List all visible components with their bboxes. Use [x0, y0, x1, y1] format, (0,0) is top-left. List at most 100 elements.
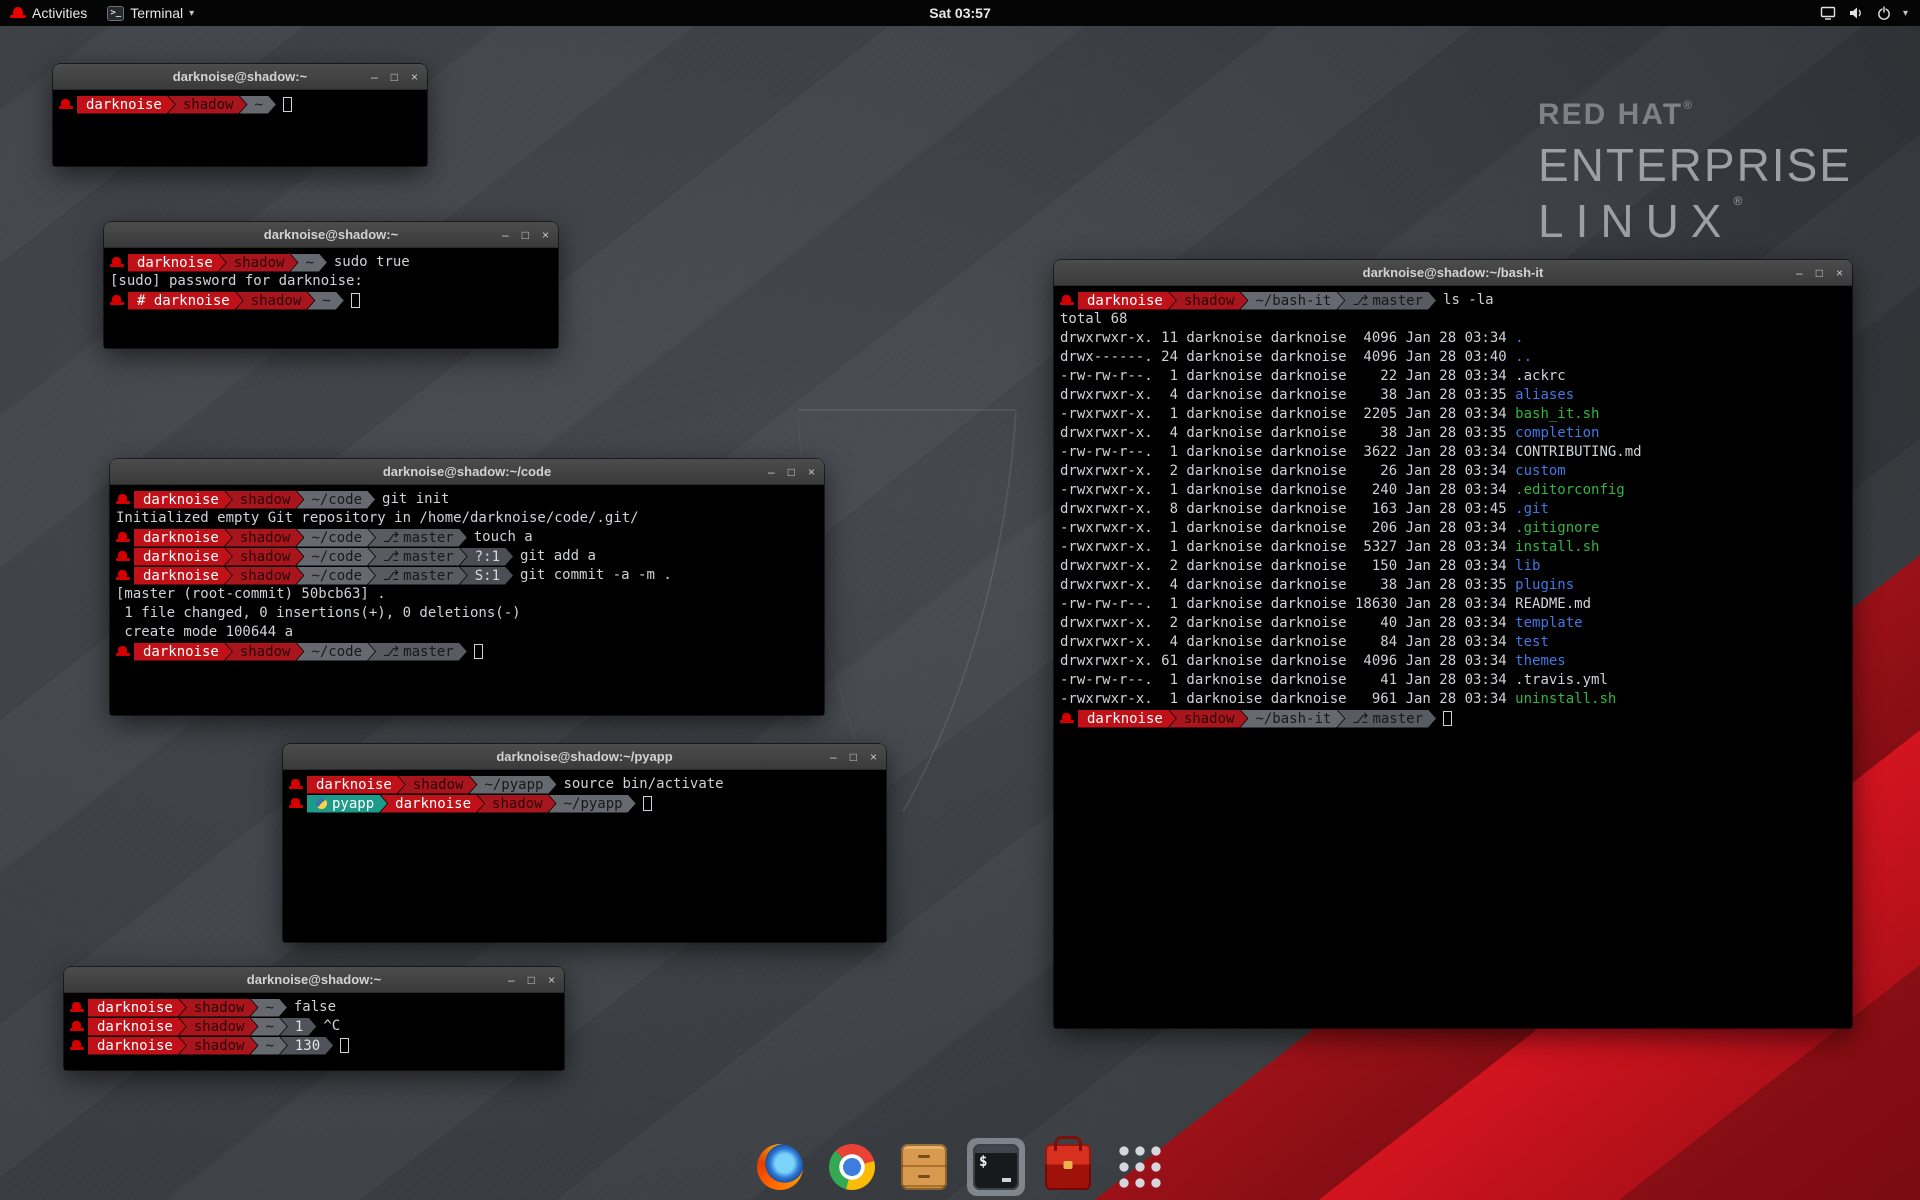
prompt-segment-count: S:1	[460, 567, 513, 585]
prompt-segment-exit: 130	[280, 1037, 333, 1055]
file-list-row: drwxrwxr-x. 4 darknoise darknoise 84 Jan…	[1060, 633, 1846, 652]
chevron-down-icon: ▾	[1903, 8, 1908, 19]
prompt-segment-host: shadow	[219, 254, 298, 272]
window-titlebar[interactable]: darknoise@shadow:~ – □ ×	[104, 222, 558, 248]
redhat-prompt-icon	[110, 295, 124, 307]
file-list-row: drwxrwxr-x. 8 darknoise darknoise 163 Ja…	[1060, 500, 1846, 519]
terminal-window: darknoise@shadow:~–□×darknoiseshadow~	[53, 64, 427, 166]
prompt-segment-git: ⎇master	[1337, 292, 1436, 310]
prompt-segment-host: shadow	[225, 491, 304, 509]
file-meta: -rw-rw-r--. 1 darknoise darknoise 22 Jan…	[1060, 368, 1515, 384]
minimize-button[interactable]: –	[508, 974, 515, 986]
terminal-prompt-line: darknoiseshadow~/bash-it⎇masterls -la	[1060, 291, 1846, 310]
prompt-segment-git: ⎇master	[368, 548, 467, 566]
terminal-prompt-line: darknoiseshadow~false	[70, 998, 558, 1017]
prompt-segment-host: shadow	[179, 1018, 258, 1036]
dock-item-show-apps[interactable]	[1111, 1138, 1169, 1196]
git-branch-icon: ⎇	[1352, 711, 1368, 727]
window-title: darknoise@shadow:~	[264, 227, 398, 242]
maximize-button[interactable]: □	[1816, 267, 1823, 279]
window-titlebar[interactable]: darknoise@shadow:~–□×	[64, 967, 564, 993]
window-controls: – □ ×	[768, 459, 815, 485]
window-titlebar[interactable]: darknoise@shadow:~/code–□×	[110, 459, 824, 485]
terminal-cursor	[1443, 711, 1452, 726]
dock-item-files[interactable]	[895, 1138, 953, 1196]
close-button[interactable]: ×	[411, 71, 418, 83]
show-apps-icon	[1117, 1144, 1163, 1190]
chevron-down-icon: ▾	[189, 8, 194, 19]
prompt-segment-user: darknoise	[307, 776, 405, 794]
redhat-prompt-icon	[289, 798, 303, 810]
terminal-content[interactable]: darknoiseshadow~falsedarknoiseshadow~1^C…	[64, 993, 564, 1070]
prompt-segment-path: ~/code	[296, 643, 375, 661]
file-name: uninstall.sh	[1515, 691, 1616, 707]
prompt-segment-host: shadow	[225, 529, 304, 547]
command-text: ^C	[316, 1017, 340, 1036]
minimize-button[interactable]: –	[830, 751, 837, 763]
app-menu-terminal[interactable]: >_ Terminal ▾	[97, 0, 204, 26]
terminal-window: darknoise@shadow:~/code–□×darknoiseshado…	[110, 459, 824, 715]
brand-linux: LINUX®	[1538, 194, 1852, 248]
terminal-content[interactable]: darknoiseshadow~/pyappsource bin/activat…	[283, 770, 886, 942]
file-list-row: -rw-rw-r--. 1 darknoise darknoise 41 Jan…	[1060, 671, 1846, 690]
prompt-segment-user: darknoise	[1078, 292, 1176, 310]
file-name: completion	[1515, 425, 1599, 441]
dock-item-terminal[interactable]: $	[967, 1138, 1025, 1196]
clock[interactable]: Sat 03:57	[929, 5, 990, 21]
terminal-window: darknoise@shadow:~–□×darknoiseshadow~fal…	[64, 967, 564, 1070]
terminal-prompt-line: darknoiseshadow~1^C	[70, 1017, 558, 1036]
minimize-button[interactable]: –	[768, 466, 775, 478]
file-list-row: -rwxrwxr-x. 1 darknoise darknoise 5327 J…	[1060, 538, 1846, 557]
file-meta: -rwxrwxr-x. 1 darknoise darknoise 2205 J…	[1060, 406, 1515, 422]
prompt-segment-host: shadow	[477, 795, 556, 813]
terminal-output-line: total 68	[1060, 310, 1846, 329]
maximize-button[interactable]: □	[528, 974, 535, 986]
prompt-segment-user: darknoise	[88, 1018, 186, 1036]
maximize-button[interactable]: □	[522, 229, 529, 241]
file-name: install.sh	[1515, 539, 1599, 555]
terminal-cursor	[474, 644, 483, 659]
minimize-button[interactable]: –	[371, 71, 378, 83]
close-button[interactable]: ×	[808, 466, 815, 478]
terminal-cursor	[351, 293, 360, 308]
window-titlebar[interactable]: darknoise@shadow:~–□×	[53, 64, 427, 90]
close-button[interactable]: ×	[542, 229, 549, 241]
prompt-segment-host: shadow	[225, 643, 304, 661]
activities-button[interactable]: Activities	[0, 0, 97, 26]
git-branch-icon: ⎇	[383, 530, 399, 546]
terminal-content[interactable]: darknoiseshadow~/codegit initInitialized…	[110, 485, 824, 715]
file-name: .gitignore	[1515, 520, 1599, 536]
file-list-row: -rw-rw-r--. 1 darknoise darknoise 22 Jan…	[1060, 367, 1846, 386]
minimize-button[interactable]: –	[1796, 267, 1803, 279]
terminal-window: darknoise@shadow:~ – □ × darknoiseshadow~sud…	[104, 222, 558, 348]
close-button[interactable]: ×	[870, 751, 877, 763]
dock-item-toolbox[interactable]	[1039, 1138, 1097, 1196]
firefox-icon	[757, 1144, 803, 1190]
minimize-button[interactable]: –	[502, 229, 509, 241]
redhat-prompt-icon	[1060, 295, 1074, 307]
terminal-window: darknoise@shadow:~/pyapp–□×darknoiseshad…	[283, 744, 886, 942]
file-name: custom	[1515, 463, 1566, 479]
terminal-content[interactable]: darknoiseshadow~/bash-it⎇masterls -latot…	[1054, 286, 1852, 1028]
prompt-segment-user: darknoise	[134, 529, 232, 547]
terminal-output-line: [master (root-commit) 50bcb63] .	[116, 585, 818, 604]
maximize-button[interactable]: □	[850, 751, 857, 763]
terminal-output-line: Initialized empty Git repository in /hom…	[116, 509, 818, 528]
dock-item-firefox[interactable]	[751, 1138, 809, 1196]
window-titlebar[interactable]: darknoise@shadow:~/bash-it–□×	[1054, 260, 1852, 286]
file-meta: drwxrwxr-x. 2 darknoise darknoise 26 Jan…	[1060, 463, 1515, 479]
window-titlebar[interactable]: darknoise@shadow:~/pyapp–□×	[283, 744, 886, 770]
system-status-area[interactable]: ▾	[1807, 0, 1920, 26]
terminal-content[interactable]: darknoiseshadow~	[53, 90, 427, 166]
redhat-logo-icon	[10, 7, 26, 19]
git-branch-icon: ⎇	[1352, 293, 1368, 309]
close-button[interactable]: ×	[1836, 267, 1843, 279]
maximize-button[interactable]: □	[788, 466, 795, 478]
terminal-icon: >_	[107, 6, 124, 21]
prompt-segment-user: darknoise	[88, 1037, 186, 1055]
maximize-button[interactable]: □	[391, 71, 398, 83]
dock-item-chrome[interactable]	[823, 1138, 881, 1196]
file-name: themes	[1515, 653, 1566, 669]
close-button[interactable]: ×	[548, 974, 555, 986]
terminal-content[interactable]: darknoiseshadow~sudo true[sudo] password…	[104, 248, 558, 348]
